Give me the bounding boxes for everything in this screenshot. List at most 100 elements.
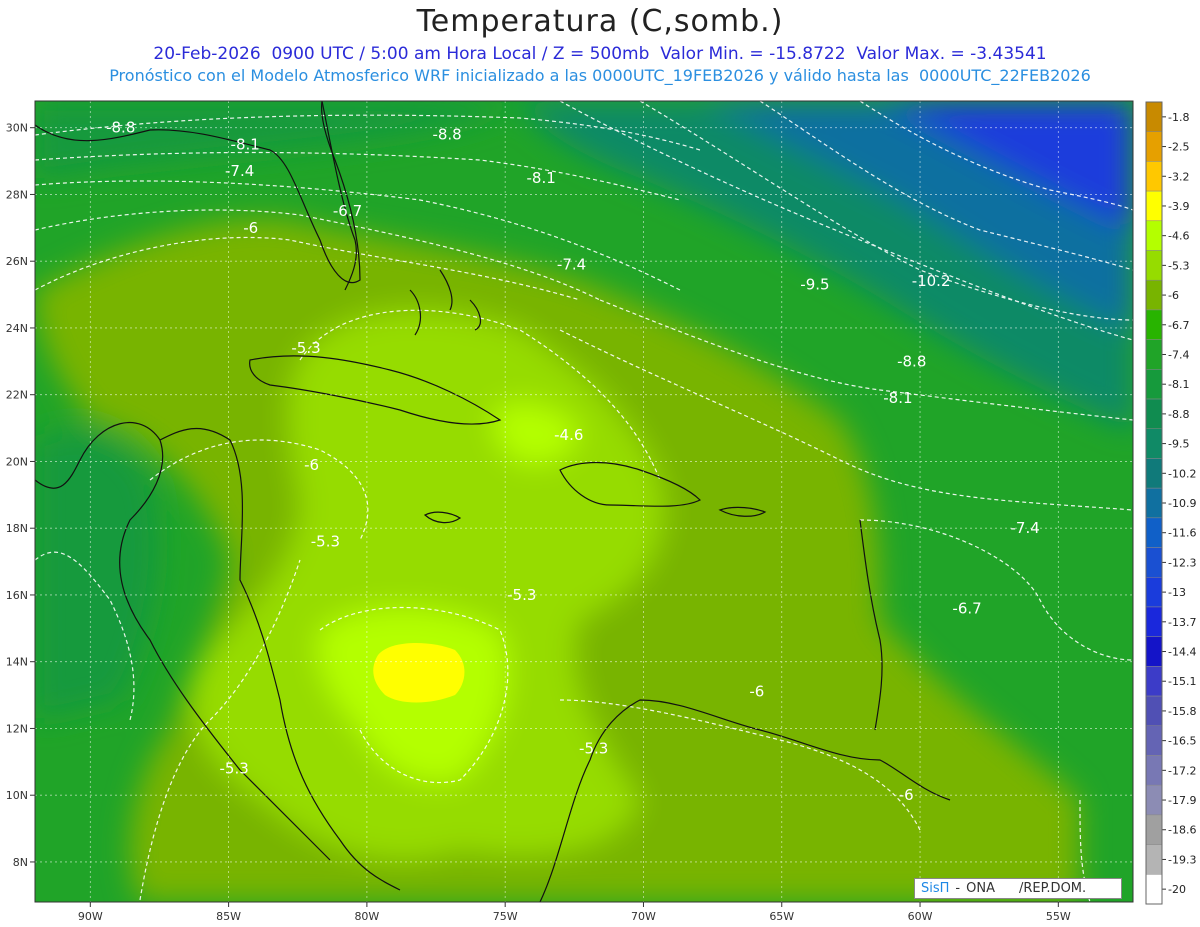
legend-label: -13.7 — [1168, 616, 1196, 629]
lon-tick-label: 55W — [1046, 910, 1071, 923]
lat-tick-label: 24N — [6, 322, 28, 335]
lat-tick-label: 22N — [6, 389, 28, 402]
legend-swatch — [1145, 844, 1163, 875]
contour-label: -5.3 — [219, 760, 248, 778]
credit-org: ONA — [966, 881, 995, 896]
contour-label: -5.3 — [507, 586, 536, 604]
legend-swatch — [1145, 339, 1163, 370]
legend-label: -6 — [1168, 289, 1179, 302]
lat-tick-label: 14N — [6, 656, 28, 669]
lon-tick-label: 75W — [493, 910, 518, 923]
legend-swatch — [1145, 547, 1163, 578]
lat-tick-label: 16N — [6, 589, 28, 602]
field-max-center — [373, 643, 465, 703]
legend-label: -3.9 — [1168, 200, 1189, 213]
credit-box: SisΠ - ONA /REP.DOM. — [914, 878, 1122, 899]
legend-swatch — [1145, 161, 1163, 192]
legend-swatch — [1145, 666, 1163, 697]
lat-tick-label: 12N — [6, 722, 28, 735]
lat-tick-label: 18N — [6, 522, 28, 535]
legend-label: -10.9 — [1168, 497, 1196, 510]
legend-label: -18.6 — [1168, 824, 1196, 837]
lon-tick-label: 85W — [216, 910, 241, 923]
legend-label: -11.6 — [1168, 527, 1196, 540]
contour-label: -5.3 — [311, 533, 340, 551]
legend-swatch — [1145, 309, 1163, 340]
lat-tick-label: 26N — [6, 255, 28, 268]
legend-label: -17.2 — [1168, 764, 1196, 777]
contour-label: -6 — [749, 683, 764, 701]
legend-label: -10.2 — [1168, 467, 1196, 480]
contour-label: -8.8 — [432, 125, 461, 143]
contour-label: -5.3 — [579, 739, 608, 757]
lat-tick-label: 28N — [6, 188, 28, 201]
lon-tick-label: 65W — [769, 910, 794, 923]
legend-swatch — [1145, 279, 1163, 311]
legend-swatch — [1145, 428, 1163, 459]
legend-label: -2.5 — [1168, 141, 1189, 154]
legend-swatch — [1145, 755, 1163, 786]
legend-swatch — [1145, 517, 1163, 548]
legend-label: -9.5 — [1168, 438, 1189, 451]
legend-swatch — [1145, 606, 1163, 637]
legend-swatch — [1145, 577, 1163, 608]
legend-label: -5.3 — [1168, 259, 1189, 272]
lon-tick-label: 80W — [354, 910, 379, 923]
contour-label: -8.8 — [106, 119, 135, 137]
legend-swatch — [1145, 398, 1163, 429]
legend-label: -20 — [1168, 883, 1186, 896]
legend-swatch — [1145, 458, 1163, 489]
contour-label: -7.4 — [225, 162, 254, 180]
legend-label: -3.2 — [1168, 170, 1189, 183]
legend-label: -6.7 — [1168, 319, 1189, 332]
credit-separator: - — [955, 881, 961, 896]
contour-label: -8.8 — [897, 352, 926, 370]
legend-swatch — [1145, 369, 1163, 400]
legend-label: -12.3 — [1168, 556, 1196, 569]
contour-label: -8.1 — [883, 389, 912, 407]
legend-label: -4.6 — [1168, 230, 1189, 243]
legend-label: -16.5 — [1168, 735, 1196, 748]
contour-label: -7.4 — [1010, 519, 1039, 537]
contour-label: -5.3 — [291, 339, 320, 357]
temperature-map: -8.8 -8.1 -7.4 -6 -6.7 -8.8 -8.1 -7.4 -9.5 -10.2 -… — [6, 100, 1196, 923]
contour-label: -8.1 — [526, 169, 555, 187]
legend-label: -15.1 — [1168, 675, 1196, 688]
credit-region: /REP.DOM. — [1018, 881, 1087, 896]
legend-swatch — [1145, 250, 1163, 281]
contour-label: -6 — [899, 786, 914, 804]
legend-label: -17.9 — [1168, 794, 1196, 807]
legend-label: -7.4 — [1168, 348, 1189, 361]
legend-label: -14.4 — [1168, 646, 1196, 659]
contour-label: -6 — [243, 219, 258, 237]
lat-tick-label: 10N — [6, 789, 28, 802]
contour-label: -6.7 — [333, 202, 362, 220]
color-legend: -1.8 -2.5 -3.2 -3.9 -4.6 -5.3 -6 -6.7 -7.4 -8.1 -8… — [1145, 101, 1196, 905]
lon-tick-label: 70W — [631, 910, 656, 923]
legend-label: -8.1 — [1168, 378, 1189, 391]
lat-tick-label: 30N — [6, 122, 28, 135]
lon-tick-label: 60W — [908, 910, 933, 923]
legend-swatch — [1145, 695, 1163, 727]
contour-label: -6.7 — [952, 599, 981, 617]
credit-brand: SisΠ — [921, 881, 950, 896]
legend-swatch — [1145, 725, 1163, 756]
contour-label: -9.5 — [800, 276, 829, 294]
legend-swatch — [1145, 874, 1163, 905]
legend-swatch — [1145, 101, 1163, 132]
legend-swatch — [1145, 784, 1163, 816]
contour-label: -7.4 — [557, 256, 586, 274]
legend-label: -15.8 — [1168, 705, 1196, 718]
legend-swatch — [1145, 190, 1163, 222]
contour-label: -10.2 — [912, 272, 951, 290]
legend-swatch — [1145, 487, 1163, 519]
legend-swatch — [1145, 814, 1163, 845]
lat-tick-label: 8N — [13, 856, 28, 869]
legend-swatch — [1145, 131, 1163, 162]
lat-tick-label: 20N — [6, 455, 28, 468]
contour-label: -4.6 — [554, 426, 583, 444]
legend-label: -8.8 — [1168, 408, 1189, 421]
legend-swatch — [1145, 220, 1163, 251]
legend-label: -13 — [1168, 586, 1186, 599]
contour-label: -8.1 — [231, 135, 260, 153]
